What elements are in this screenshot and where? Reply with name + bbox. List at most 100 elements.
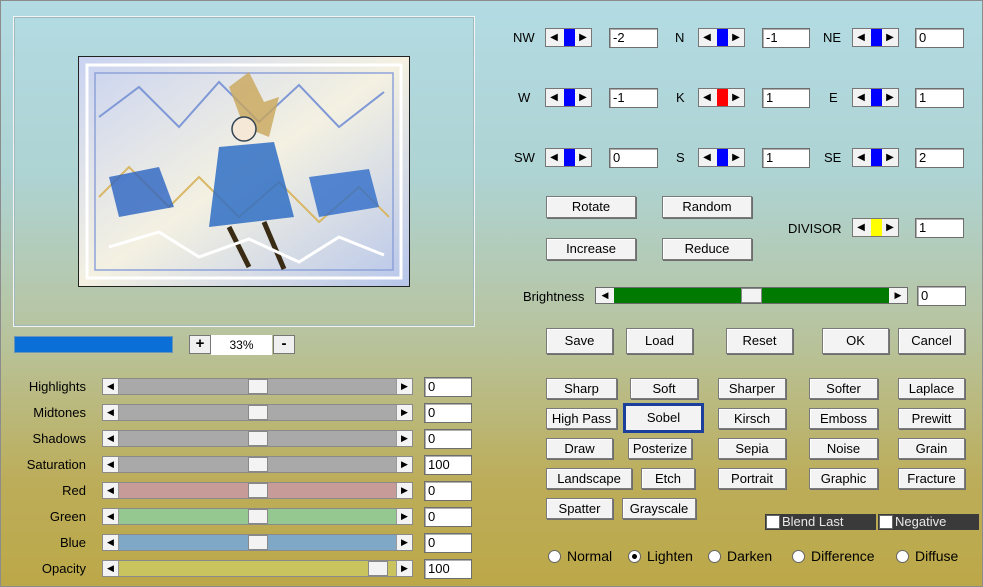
matrix-input-nw[interactable]: -2 [609,28,658,48]
filter-graphic-button[interactable]: Graphic [809,468,878,489]
arrow-right-icon[interactable]: ▶ [729,29,743,46]
filter-portrait-button[interactable]: Portrait [718,468,786,489]
arrow-left-icon[interactable]: ◀ [854,89,868,106]
mode-normal-radio[interactable]: Normal [548,548,612,564]
arrow-left-icon[interactable]: ◀ [854,149,868,166]
arrow-left-icon[interactable]: ◀ [103,561,119,576]
arrow-right-icon[interactable]: ▶ [729,149,743,166]
arrow-right-icon[interactable]: ▶ [396,483,412,498]
load-button[interactable]: Load [626,328,693,354]
radio-dot[interactable] [628,550,641,563]
arrow-left-icon[interactable]: ◀ [103,379,119,394]
matrix-spinner-e[interactable]: ◀ ▶ [852,88,899,107]
slider-knob[interactable] [248,483,268,498]
slider-knob[interactable] [248,457,268,472]
adjustment-input[interactable]: 0 [424,429,472,449]
mode-lighten-radio[interactable]: Lighten [628,548,693,564]
arrow-left-icon[interactable]: ◀ [103,457,119,472]
arrow-right-icon[interactable]: ▶ [883,149,897,166]
slider-knob[interactable] [248,509,268,524]
blend-last-checkbox[interactable]: Blend Last [765,514,876,530]
arrow-left-icon[interactable]: ◀ [700,89,714,106]
filter-fracture-button[interactable]: Fracture [898,468,965,489]
arrow-right-icon[interactable]: ▶ [396,509,412,524]
spinner-thumb[interactable] [871,219,882,236]
filter-draw-button[interactable]: Draw [546,438,613,459]
filter-sharper-button[interactable]: Sharper [718,378,786,399]
matrix-spinner-s[interactable]: ◀ ▶ [698,148,745,167]
adjustment-slider[interactable]: ◀ ▶ [102,378,413,395]
matrix-spinner-se[interactable]: ◀ ▶ [852,148,899,167]
mode-difference-radio[interactable]: Difference [792,548,875,564]
radio-dot[interactable] [708,550,721,563]
filter-prewitt-button[interactable]: Prewitt [898,408,965,429]
matrix-spinner-n[interactable]: ◀ ▶ [698,28,745,47]
filter-sharp-button[interactable]: Sharp [546,378,617,399]
negative-checkbox[interactable]: Negative [878,514,979,530]
filter-etch-button[interactable]: Etch [641,468,695,489]
slider-knob[interactable] [248,405,268,420]
arrow-right-icon[interactable]: ▶ [396,405,412,420]
filter-soft-button[interactable]: Soft [630,378,698,399]
zoom-in-button[interactable]: + [189,335,211,354]
spinner-thumb[interactable] [871,149,882,166]
arrow-left-icon[interactable]: ◀ [700,29,714,46]
adjustment-input[interactable]: 0 [424,533,472,553]
arrow-right-icon[interactable]: ▶ [883,29,897,46]
arrow-left-icon[interactable]: ◀ [547,149,561,166]
zoom-out-button[interactable]: - [273,335,295,354]
arrow-left-icon[interactable]: ◀ [854,219,868,236]
filter-posterize-button[interactable]: Posterize [628,438,692,459]
slider-knob[interactable] [741,288,762,303]
arrow-right-icon[interactable]: ▶ [883,89,897,106]
adjustment-input[interactable]: 100 [424,559,472,579]
ok-button[interactable]: OK [822,328,889,354]
matrix-input-s[interactable]: 1 [762,148,810,168]
arrow-right-icon[interactable]: ▶ [396,379,412,394]
radio-dot[interactable] [548,550,561,563]
adjustment-input[interactable]: 0 [424,377,472,397]
adjustment-slider[interactable]: ◀ ▶ [102,482,413,499]
random-button[interactable]: Random [662,196,752,218]
reset-button[interactable]: Reset [726,328,793,354]
arrow-right-icon[interactable]: ▶ [883,219,897,236]
adjustment-slider[interactable]: ◀ ▶ [102,456,413,473]
brightness-slider[interactable]: ◀ ▶ [595,287,908,304]
spinner-thumb[interactable] [871,29,882,46]
arrow-left-icon[interactable]: ◀ [854,29,868,46]
radio-dot[interactable] [896,550,909,563]
spinner-thumb[interactable] [717,29,728,46]
divisor-spinner[interactable]: ◀ ▶ [852,218,899,237]
arrow-right-icon[interactable]: ▶ [396,431,412,446]
filter-high-pass-button[interactable]: High Pass [546,408,617,429]
arrow-left-icon[interactable]: ◀ [547,29,561,46]
divisor-input[interactable]: 1 [915,218,964,238]
matrix-input-sw[interactable]: 0 [609,148,658,168]
slider-knob[interactable] [248,379,268,394]
spinner-thumb[interactable] [564,29,575,46]
spinner-thumb[interactable] [564,89,575,106]
matrix-input-se[interactable]: 2 [915,148,964,168]
adjustment-input[interactable]: 0 [424,507,472,527]
arrow-left-icon[interactable]: ◀ [700,149,714,166]
arrow-left-icon[interactable]: ◀ [547,89,561,106]
arrow-right-icon[interactable]: ▶ [576,149,590,166]
matrix-spinner-w[interactable]: ◀ ▶ [545,88,592,107]
reduce-button[interactable]: Reduce [662,238,752,260]
arrow-left-icon[interactable]: ◀ [103,431,119,446]
brightness-input[interactable]: 0 [917,286,966,306]
mode-diffuse-radio[interactable]: Diffuse [896,548,958,564]
mode-darken-radio[interactable]: Darken [708,548,772,564]
rotate-button[interactable]: Rotate [546,196,636,218]
arrow-right-icon[interactable]: ▶ [396,561,412,576]
filter-emboss-button[interactable]: Emboss [809,408,878,429]
matrix-spinner-nw[interactable]: ◀ ▶ [545,28,592,47]
spinner-thumb[interactable] [717,89,728,106]
arrow-left-icon[interactable]: ◀ [103,483,119,498]
matrix-input-w[interactable]: -1 [609,88,658,108]
checkbox-box[interactable] [766,515,780,529]
filter-noise-button[interactable]: Noise [809,438,878,459]
save-button[interactable]: Save [546,328,613,354]
filter-laplace-button[interactable]: Laplace [898,378,965,399]
matrix-input-ne[interactable]: 0 [915,28,964,48]
